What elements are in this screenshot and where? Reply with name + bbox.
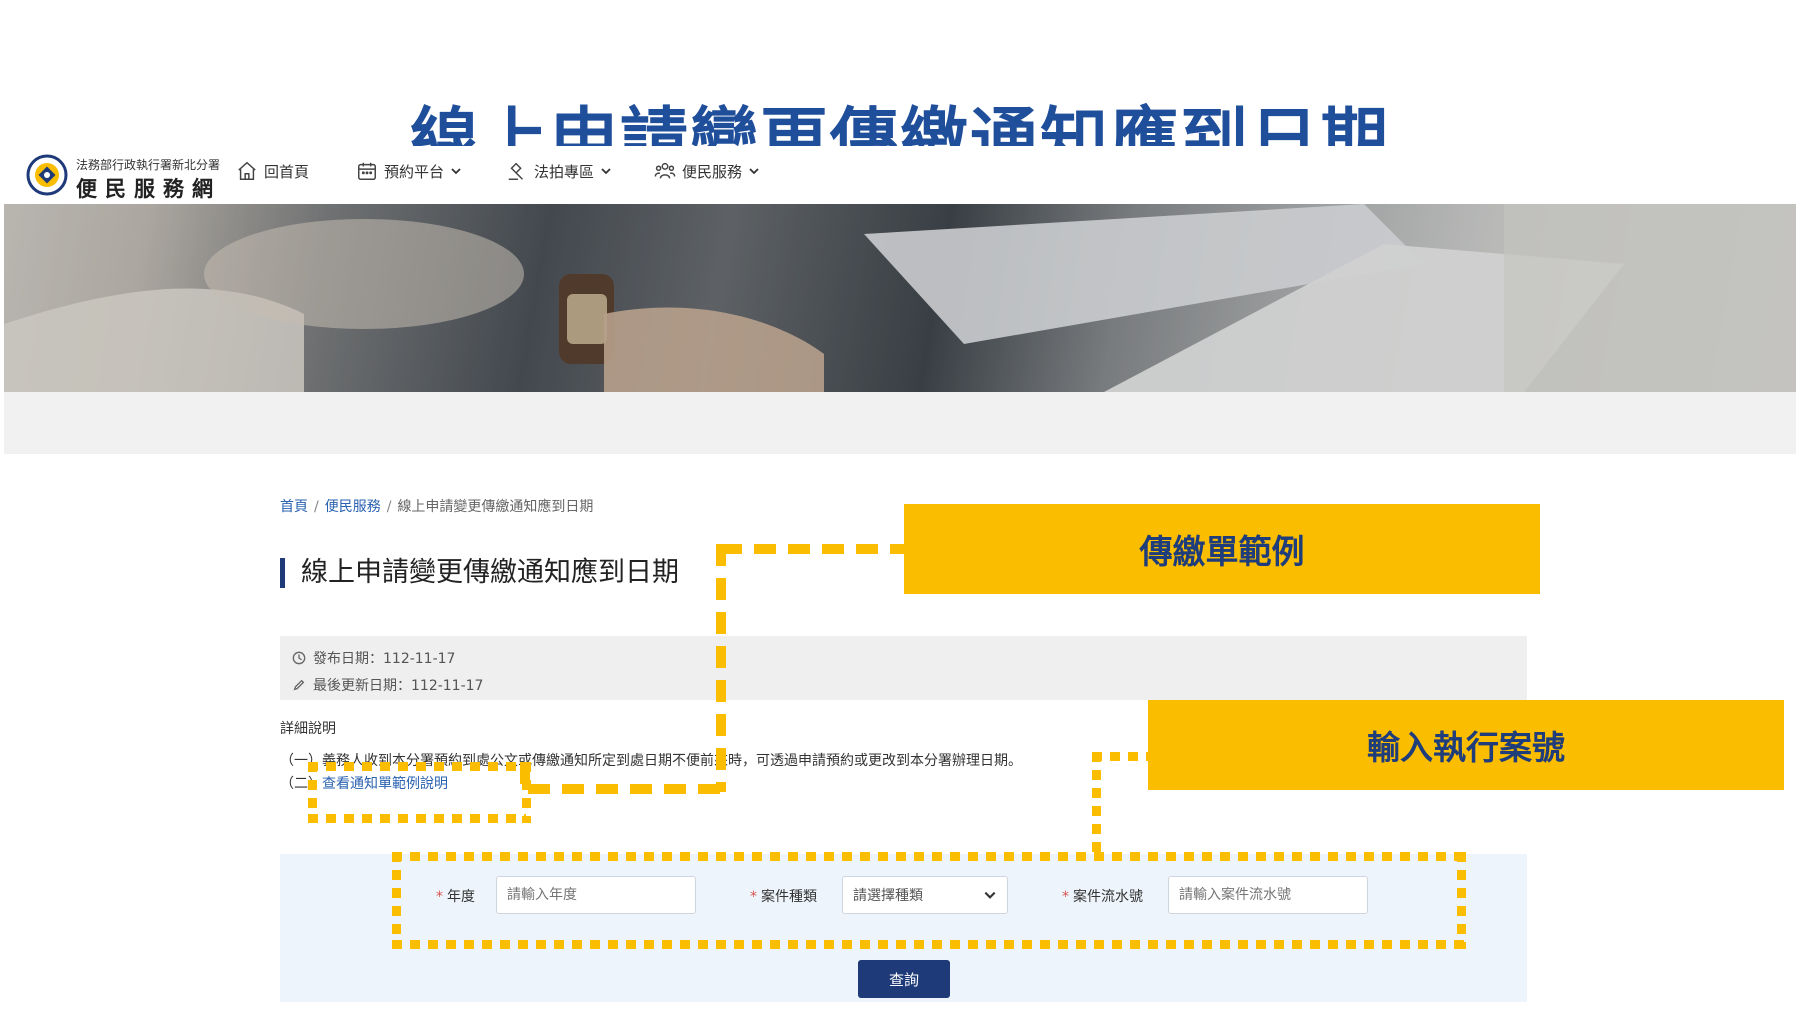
breadcrumb-service-link[interactable]: 便民服務 <box>325 499 381 515</box>
year-input[interactable] <box>496 876 696 914</box>
details-item-2: （二）查看通知單範例說明 <box>280 773 448 793</box>
users-icon <box>654 162 676 179</box>
clock-icon <box>292 651 306 665</box>
nav-service-label: 便民服務 <box>682 162 743 181</box>
meta-info-box: 發布日期：112-11-17 最後更新日期：112-11-17 <box>280 636 1527 700</box>
chevron-down-icon <box>984 891 996 899</box>
hero-banner-image <box>4 204 1796 392</box>
connector-line <box>716 544 726 792</box>
callout-sample-notice: 傳繳單範例 <box>904 504 1540 594</box>
publish-date: 發布日期：112-11-17 <box>292 648 455 668</box>
required-mark: * <box>1062 889 1069 905</box>
chevron-down-icon <box>601 168 611 175</box>
sample-notice-link[interactable]: 查看通知單範例說明 <box>322 776 448 792</box>
breadcrumb-home-link[interactable]: 首頁 <box>280 499 308 515</box>
serial-label-text: 案件流水號 <box>1073 889 1143 905</box>
nav-home-label: 回首頁 <box>264 162 310 181</box>
highlight-box-edge <box>308 814 526 823</box>
banner-footer-strip <box>4 392 1796 454</box>
highlight-box-edge <box>392 852 401 949</box>
highlight-box-edge <box>392 852 1466 861</box>
nav-auction-label: 法拍專區 <box>534 162 595 181</box>
site-logo[interactable]: 法務部行政執行署新北分署 便民服務網 <box>26 152 226 201</box>
logo-site-name: 便民服務網 <box>76 176 221 201</box>
breadcrumb-separator: / <box>314 499 319 515</box>
logo-agency-name: 法務部行政執行署新北分署 <box>76 158 221 172</box>
pencil-icon <box>293 679 305 691</box>
query-button[interactable]: 查詢 <box>858 960 950 998</box>
serial-label: * 案件流水號 <box>1062 886 1143 906</box>
highlight-box-edge <box>522 762 531 823</box>
highlight-box-edge <box>308 762 526 771</box>
page-title: 線上申請變更傳繳通知應到日期 <box>280 558 679 588</box>
case-type-select[interactable]: 請選擇種類 <box>842 876 1008 914</box>
year-label-text: 年度 <box>447 889 475 905</box>
calendar-icon <box>358 162 376 180</box>
auction-hammer-icon <box>508 162 524 180</box>
required-mark: * <box>436 889 443 905</box>
case-type-label-text: 案件種類 <box>761 889 817 905</box>
callout-case-number: 輸入執行案號 <box>1148 700 1784 790</box>
nav-home[interactable]: 回首頁 <box>236 160 309 182</box>
nav-booking[interactable]: 預約平台 <box>356 160 462 182</box>
banner-overlay <box>4 204 1796 392</box>
publish-date-text: 發布日期：112-11-17 <box>313 651 456 667</box>
case-type-selected: 請選擇種類 <box>853 888 923 904</box>
highlight-box-edge <box>308 762 317 823</box>
highlight-box-edge <box>1457 852 1466 949</box>
details-heading: 詳細說明 <box>280 721 336 737</box>
breadcrumb-current: 線上申請變更傳繳通知應到日期 <box>397 499 594 515</box>
chevron-down-icon <box>451 168 461 175</box>
update-date-text: 最後更新日期：112-11-17 <box>313 678 484 694</box>
update-date: 最後更新日期：112-11-17 <box>292 675 483 695</box>
connector-line <box>720 544 904 554</box>
breadcrumb: 首頁 / 便民服務 / 線上申請變更傳繳通知應到日期 <box>280 496 593 516</box>
nav-auction[interactable]: 法拍專區 <box>506 160 612 182</box>
nav-service[interactable]: 便民服務 <box>654 160 760 182</box>
serial-input[interactable] <box>1168 876 1368 914</box>
connector-line <box>1092 752 1101 856</box>
case-type-label: * 案件種類 <box>750 886 817 906</box>
home-icon <box>238 161 256 180</box>
connector-line <box>528 784 726 794</box>
required-mark: * <box>750 889 757 905</box>
nav-booking-label: 預約平台 <box>384 162 445 181</box>
highlight-box-edge <box>392 940 1466 949</box>
year-label: * 年度 <box>436 886 475 906</box>
breadcrumb-separator: / <box>386 499 392 515</box>
emblem-icon <box>26 154 68 196</box>
site-header: 法務部行政執行署新北分署 便民服務網 回首頁 預約平台 法拍專區 便民服務 <box>4 146 1796 204</box>
chevron-down-icon <box>749 168 759 175</box>
